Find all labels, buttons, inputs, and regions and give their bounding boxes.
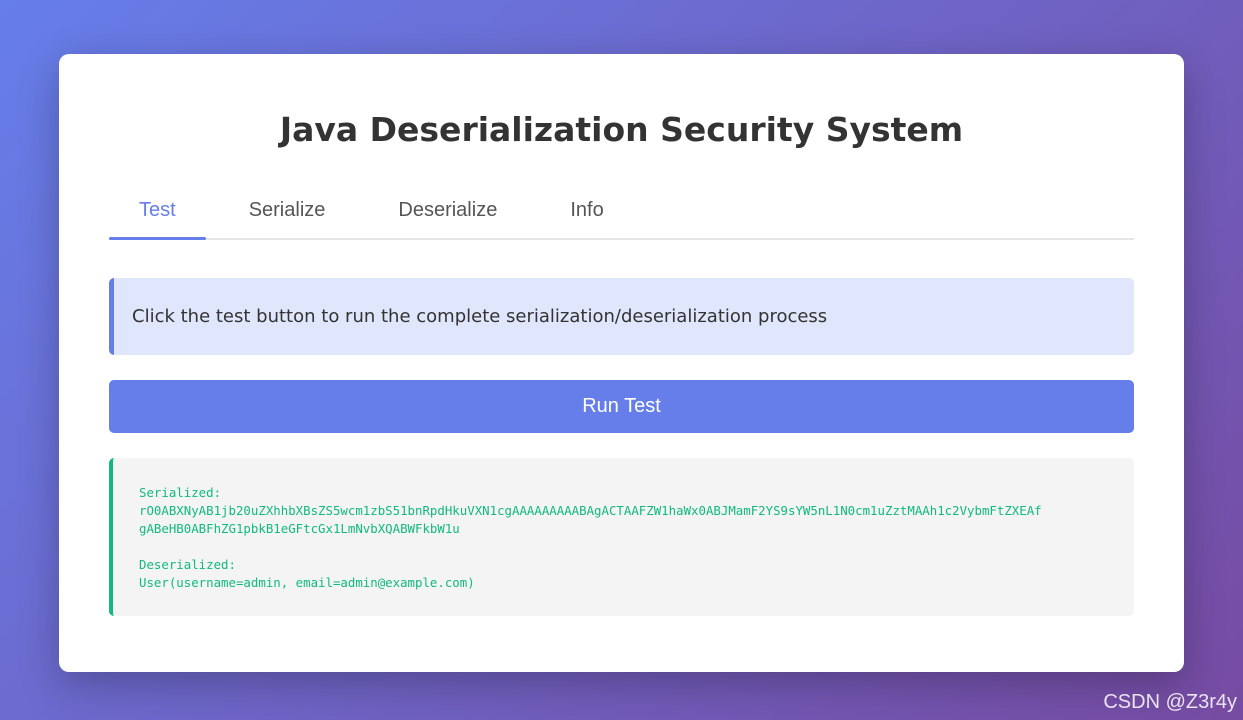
deserialized-label: Deserialized:	[139, 557, 236, 572]
serialized-label: Serialized:	[139, 485, 222, 500]
result-spacer	[139, 538, 1108, 556]
serialized-value-line-1: rO0ABXNyAB1jb20uZXhhbXBsZS5wcm1zbS51bnRp…	[139, 503, 1042, 518]
tab-bar: Test Serialize Deserialize Info	[109, 184, 1134, 240]
tab-info[interactable]: Info	[540, 184, 633, 238]
page-title: Java Deserialization Security System	[279, 110, 964, 149]
tab-test[interactable]: Test	[109, 184, 206, 240]
info-message: Click the test button to run the complet…	[132, 306, 828, 327]
tab-deserialize[interactable]: Deserialize	[368, 184, 527, 238]
serialized-value-line-2: gABeHB0ABFhZG1pbkB1eGFtcGx1LmNvbXQABWFkb…	[139, 521, 460, 536]
watermark: CSDN @Z3r4y	[1103, 691, 1237, 713]
deserialized-value: User(username=admin, email=admin@example…	[139, 575, 475, 590]
tab-serialize[interactable]: Serialize	[219, 184, 356, 238]
result-output: Serialized: rO0ABXNyAB1jb20uZXhhbXBsZS5w…	[109, 458, 1134, 616]
main-card: Java Deserialization Security System Tes…	[59, 54, 1184, 672]
run-test-button[interactable]: Run Test	[109, 380, 1134, 433]
info-alert: Click the test button to run the complet…	[109, 278, 1134, 355]
